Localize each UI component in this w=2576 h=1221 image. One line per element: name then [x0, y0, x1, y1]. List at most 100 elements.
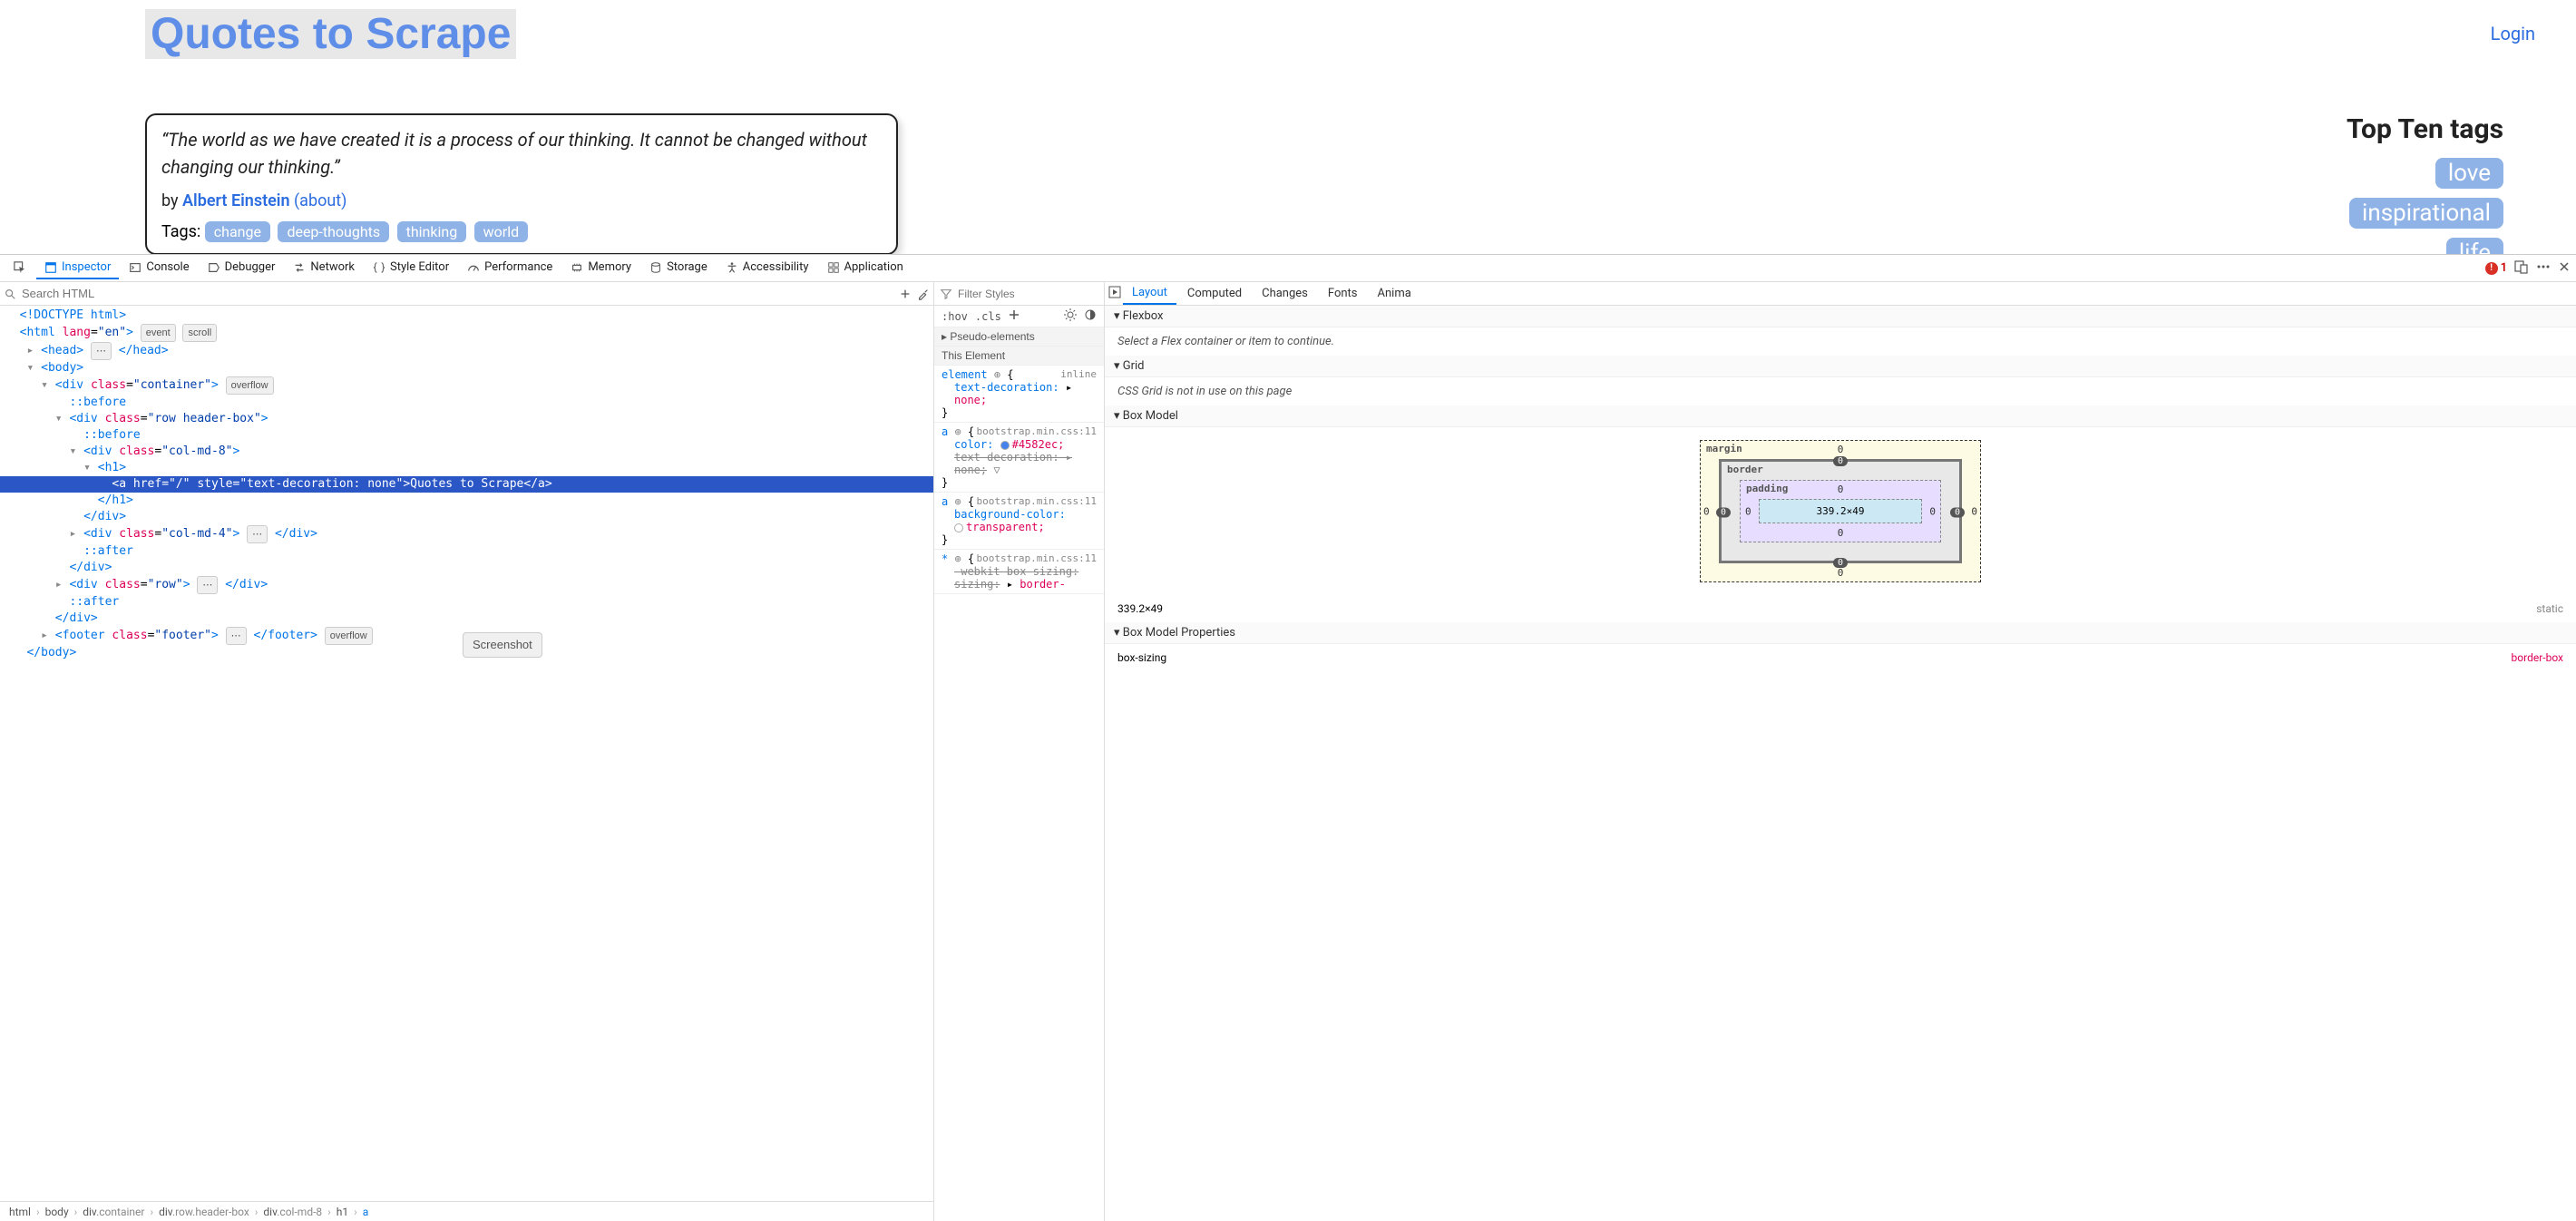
filter-icon: [940, 288, 952, 300]
tab-label: Memory: [588, 260, 631, 274]
toptag-love[interactable]: love: [2435, 158, 2503, 189]
pseudo-elements-header[interactable]: ▸ Pseudo-elements: [934, 327, 1104, 347]
layout-tab-computed[interactable]: Computed: [1178, 283, 1251, 304]
tab-debugger[interactable]: Debugger: [200, 257, 284, 279]
selected-dom-node[interactable]: <a href="/" style="text-decoration: none…: [0, 476, 933, 493]
tag-deep-thoughts[interactable]: deep-thoughts: [278, 221, 389, 242]
boxmodel-header[interactable]: ▾ Box Model: [1105, 405, 2576, 427]
tab-performance[interactable]: Performance: [459, 257, 561, 279]
bc-body[interactable]: body: [42, 1206, 73, 1218]
layout-tab-changes[interactable]: Changes: [1253, 283, 1317, 304]
bc-container[interactable]: div.container: [79, 1206, 148, 1218]
tab-console[interactable]: Console: [121, 257, 197, 279]
rule-source: bootstrap.min.css:11: [977, 552, 1097, 564]
quote-card: “The world as we have created it is a pr…: [145, 113, 898, 254]
grid-header[interactable]: ▾ Grid: [1105, 356, 2576, 377]
bc-html[interactable]: html: [5, 1206, 34, 1218]
bc-row[interactable]: div.row.header-box: [155, 1206, 253, 1218]
webpage-preview: Quotes to Scrape Login “The world as we …: [0, 0, 2576, 254]
author-link[interactable]: Albert Einstein: [182, 191, 290, 210]
tag-world[interactable]: world: [474, 221, 528, 242]
bc-col[interactable]: div.col-md-8: [259, 1206, 326, 1218]
layout-tab-fonts[interactable]: Fonts: [1319, 283, 1367, 304]
tab-network[interactable]: Network: [285, 257, 363, 279]
rule-source: bootstrap.min.css:11: [977, 495, 1097, 507]
more-menu-icon[interactable]: [2536, 259, 2551, 278]
rule-star[interactable]: bootstrap.min.css:11 * ⊕ { -webkit-box-s…: [934, 550, 1104, 594]
this-element-header: This Element: [934, 347, 1104, 366]
tag-change[interactable]: change: [205, 221, 270, 242]
top-tags-sidebar: Top Ten tags love inspirational life: [2347, 113, 2503, 254]
tab-label: Console: [146, 260, 189, 274]
top-tags-title: Top Ten tags: [2347, 113, 2503, 145]
tab-label: Network: [310, 260, 355, 274]
margin-label: margin: [1706, 443, 1742, 454]
toptag-inspirational[interactable]: inspirational: [2349, 198, 2503, 229]
boxmodel-size: 339.2×49 static: [1117, 601, 2563, 617]
tab-label: Inspector: [62, 260, 111, 274]
tab-label: Style Editor: [390, 260, 449, 274]
breadcrumb-bar[interactable]: html› body› div.container› div.row.heade…: [0, 1201, 933, 1221]
flexbox-msg: Select a Flex container or item to conti…: [1105, 327, 2576, 356]
styles-pane: :hov .cls ▸ Pseudo-elements This Element…: [934, 282, 1105, 1221]
dom-pane: <!DOCTYPE html> <html lang="en"> event s…: [0, 282, 934, 1221]
rule-source: bootstrap.min.css:11: [977, 425, 1097, 437]
tag-thinking[interactable]: thinking: [397, 221, 467, 242]
tab-inspector[interactable]: Inspector: [36, 257, 119, 279]
boxmodel-props-header[interactable]: ▾ Box Model Properties: [1105, 622, 2576, 644]
about-link[interactable]: (about): [294, 191, 346, 210]
grid-msg: CSS Grid is not in use on this page: [1105, 377, 2576, 405]
devtools-toolbar: Inspector Console Debugger Network Style…: [0, 255, 2576, 282]
pick-element-button[interactable]: [5, 258, 34, 279]
screenshot-tooltip: Screenshot: [463, 632, 542, 658]
tab-label: Debugger: [225, 260, 276, 274]
quote-text: “The world as we have created it is a pr…: [161, 126, 882, 181]
prop-box-sizing: box-sizing border-box: [1117, 650, 2563, 666]
run-icon[interactable]: [1108, 286, 1121, 302]
responsive-mode-icon[interactable]: [2514, 259, 2529, 278]
login-link[interactable]: Login: [2491, 23, 2535, 44]
layout-pane: Layout Computed Changes Fonts Anima ▾ Fl…: [1105, 282, 2576, 1221]
tab-label: Application: [844, 260, 903, 274]
dom-tree[interactable]: <!DOCTYPE html> <html lang="en"> event s…: [0, 306, 933, 1201]
tab-label: Storage: [667, 260, 707, 274]
rule-a-1[interactable]: bootstrap.min.css:11 a ⊕ { color: #4582e…: [934, 423, 1104, 493]
tab-accessibility[interactable]: Accessibility: [717, 257, 817, 279]
box-model-diagram[interactable]: margin 0 0 0 0 border 0 0 0 0: [1105, 427, 2576, 595]
tab-application[interactable]: Application: [819, 257, 912, 279]
tab-style-editor[interactable]: Style Editor: [365, 257, 457, 279]
page-title-link[interactable]: Quotes to Scrape: [145, 9, 516, 59]
toptag-life[interactable]: life: [2446, 238, 2503, 254]
border-label: border: [1727, 464, 1763, 475]
light-mode-icon[interactable]: [1064, 308, 1077, 324]
padding-label: padding: [1746, 483, 1788, 494]
search-html-input[interactable]: [22, 287, 893, 300]
rule-element[interactable]: inline element ⊕ { text-decoration: ▸ no…: [934, 366, 1104, 423]
close-devtools-icon[interactable]: [2558, 260, 2571, 277]
tab-label: Accessibility: [743, 260, 809, 274]
hov-toggle[interactable]: :hov: [942, 310, 968, 323]
bc-a[interactable]: a: [359, 1206, 373, 1218]
dark-mode-icon[interactable]: [1084, 308, 1097, 324]
tab-label: Performance: [484, 260, 552, 274]
cls-toggle[interactable]: .cls: [975, 310, 1001, 323]
error-count[interactable]: !1: [2485, 261, 2507, 275]
layout-tab-anim[interactable]: Anima: [1369, 283, 1420, 304]
tab-storage[interactable]: Storage: [641, 257, 716, 279]
content-box: 339.2×49: [1759, 499, 1922, 523]
rule-a-2[interactable]: bootstrap.min.css:11 a ⊕ { background-co…: [934, 493, 1104, 550]
add-element-icon[interactable]: [899, 288, 912, 300]
devtools-panel: Inspector Console Debugger Network Style…: [0, 254, 2576, 1221]
tab-memory[interactable]: Memory: [562, 257, 639, 279]
eyedropper-icon[interactable]: [917, 288, 930, 300]
search-icon: [4, 288, 16, 300]
bc-h1[interactable]: h1: [333, 1206, 352, 1218]
filter-styles-input[interactable]: [958, 288, 1098, 300]
quote-tags: Tags: change deep-thoughts thinking worl…: [161, 221, 882, 242]
add-rule-icon[interactable]: [1009, 309, 1020, 323]
by-prefix: by: [161, 191, 182, 210]
layout-tab-layout[interactable]: Layout: [1123, 282, 1176, 305]
flexbox-header[interactable]: ▾ Flexbox: [1105, 306, 2576, 327]
quote-byline: by Albert Einstein (about): [161, 191, 882, 210]
error-number: 1: [2501, 261, 2507, 275]
